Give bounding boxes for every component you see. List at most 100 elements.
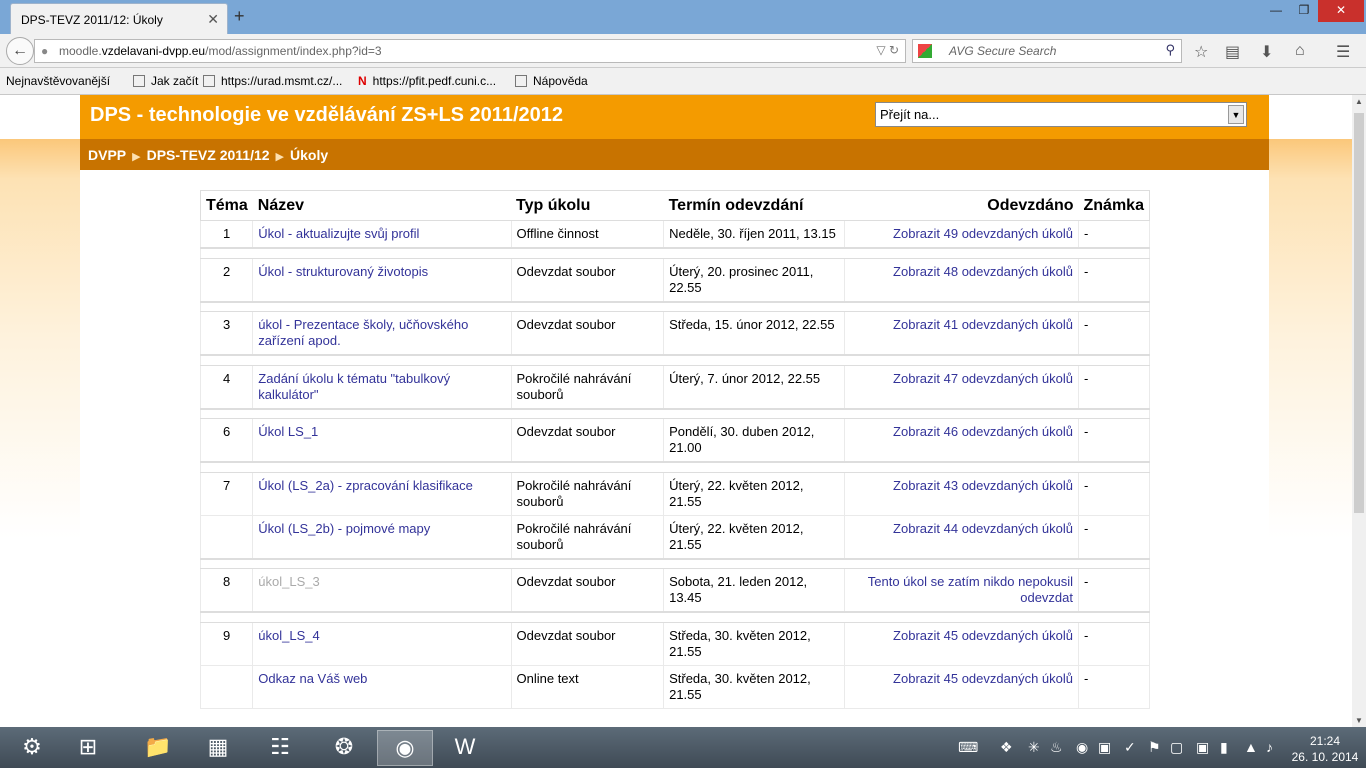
submissions-link-cell: Zobrazit 45 odevzdaných úkolů bbox=[843, 621, 1080, 666]
assignment-name-link[interactable]: Odkaz na Váš web bbox=[258, 671, 367, 686]
header-grade: Známka bbox=[1078, 190, 1150, 221]
download-icon[interactable]: ⬇ bbox=[1260, 42, 1273, 62]
battery-icon[interactable]: ▮ bbox=[1220, 739, 1228, 756]
topic-number: 4 bbox=[223, 370, 231, 386]
url-bar[interactable]: ● moodle.vzdelavani-dvpp.eu/mod/assignme… bbox=[34, 39, 906, 63]
table-row: 9 úkol_LS_4 Odevzdat soubor Středa, 30. kvě… bbox=[199, 621, 1150, 666]
bookmarks-toolbar: Nejnavštěvovanější Jak začít https://ura… bbox=[0, 68, 1366, 95]
bookmark-label: https://urad.msmt.cz/... bbox=[221, 74, 343, 88]
assignment-name-link[interactable]: Úkol (LS_2a) - zpracování klasifikace bbox=[258, 478, 473, 493]
maximize-icon[interactable]: ❐ bbox=[1290, 0, 1318, 22]
back-button[interactable]: ← bbox=[6, 37, 34, 65]
assignment-name-link[interactable]: Úkol LS_1 bbox=[258, 424, 318, 439]
volume-icon[interactable]: ♪ bbox=[1266, 739, 1273, 755]
bluetooth-icon[interactable]: ✳ bbox=[1028, 739, 1040, 756]
section-divider bbox=[200, 354, 1150, 366]
submissions-link[interactable]: Zobrazit 43 odevzdaných úkolů bbox=[893, 478, 1073, 493]
taskbar-clock[interactable]: 21:24 26. 10. 2014 bbox=[1290, 733, 1360, 765]
bookmark-page-icon bbox=[203, 75, 215, 87]
topic-number-cell: 8 bbox=[199, 568, 254, 613]
bookmark-urad-msmt[interactable]: https://urad.msmt.cz/... bbox=[203, 74, 342, 88]
reading-list-icon[interactable]: ▤ bbox=[1225, 42, 1240, 62]
submissions-link[interactable]: Zobrazit 41 odevzdaných úkolů bbox=[893, 317, 1073, 332]
bookmark-help[interactable]: Nápověda bbox=[515, 74, 588, 88]
minimize-icon[interactable]: — bbox=[1262, 0, 1290, 22]
bookmark-label: Jak začít bbox=[151, 74, 199, 88]
submissions-link[interactable]: Zobrazit 45 odevzdaných úkolů bbox=[893, 671, 1073, 686]
keyboard-layout-icon[interactable]: ▣ bbox=[1196, 739, 1209, 756]
store-icon[interactable]: ▦ bbox=[190, 730, 246, 766]
assignment-name-link[interactable]: Zadání úkolu k tématu "tabulkový kalkulá… bbox=[258, 371, 450, 402]
breadcrumb-item-course[interactable]: DPS-TEVZ 2011/12 bbox=[147, 147, 270, 163]
close-tab-icon[interactable]: ✕ bbox=[207, 11, 219, 28]
new-tab-button[interactable]: + bbox=[234, 6, 245, 27]
speaker-muted-icon[interactable]: ♨ bbox=[1050, 739, 1063, 756]
assignment-name-link[interactable]: úkol_LS_3 bbox=[258, 574, 319, 589]
assignment-type-cell: Pokročilé nahrávání souborů bbox=[510, 514, 665, 559]
settings-gear-icon[interactable]: ⚙ bbox=[4, 730, 60, 766]
browser-tab[interactable]: DPS-TEVZ 2011/12: Úkoly ✕ bbox=[10, 3, 228, 34]
display-icon[interactable]: ▢ bbox=[1170, 739, 1183, 756]
submissions-link-cell: Zobrazit 43 odevzdaných úkolů bbox=[843, 471, 1080, 516]
assignment-name-link[interactable]: úkol_LS_4 bbox=[258, 628, 319, 643]
submissions-link[interactable]: Zobrazit 48 odevzdaných úkolů bbox=[893, 264, 1073, 279]
search-icon[interactable]: ⚲ bbox=[1165, 42, 1175, 58]
submissions-link[interactable]: Zobrazit 49 odevzdaných úkolů bbox=[893, 226, 1073, 241]
calculator-icon[interactable]: ☷ bbox=[252, 730, 308, 766]
menu-icon[interactable]: ☰ bbox=[1336, 42, 1350, 62]
bookmark-star-icon[interactable]: ☆ bbox=[1194, 42, 1208, 62]
network-icon[interactable]: ◉ bbox=[1076, 739, 1088, 756]
assignment-type-cell: Pokročilé nahrávání souborů bbox=[510, 364, 665, 409]
firefox-icon[interactable]: ◉ bbox=[377, 730, 433, 766]
bookmark-getting-started[interactable]: Jak začít bbox=[133, 74, 198, 88]
assignment-grade: - bbox=[1084, 370, 1089, 386]
search-input[interactable]: AVG Secure Search ⚲ bbox=[912, 39, 1182, 63]
chevron-down-icon[interactable]: ▼ bbox=[1228, 105, 1244, 124]
sync-icon[interactable]: ✓ bbox=[1124, 739, 1136, 756]
vertical-scrollbar[interactable]: ▲ ▼ bbox=[1352, 95, 1366, 727]
scroll-down-icon[interactable]: ▼ bbox=[1355, 716, 1363, 725]
keyboard-icon[interactable]: ⌨ bbox=[958, 739, 978, 756]
assignment-name-link[interactable]: Úkol - strukturovaný životopis bbox=[258, 264, 428, 279]
compass-app-icon[interactable]: ❂ bbox=[316, 730, 372, 766]
scrollbar-thumb[interactable] bbox=[1354, 113, 1364, 513]
start-button-icon[interactable]: ⊞ bbox=[60, 730, 116, 766]
assignment-due-date-cell: Sobota, 21. leden 2012, 13.45 bbox=[663, 568, 845, 613]
breadcrumb-item-dvpp[interactable]: DVPP bbox=[88, 147, 126, 163]
submissions-link[interactable]: Zobrazit 46 odevzdaných úkolů bbox=[893, 424, 1073, 439]
breadcrumb-separator-icon: ▶ bbox=[275, 151, 285, 163]
file-explorer-icon[interactable]: 📁 bbox=[130, 730, 186, 766]
scroll-up-icon[interactable]: ▲ bbox=[1355, 97, 1363, 106]
assignment-name-link[interactable]: Úkol - aktualizujte svůj profil bbox=[258, 226, 419, 241]
submissions-link[interactable]: Tento úkol se zatím nikdo nepokusil odev… bbox=[868, 574, 1073, 605]
jump-to-select[interactable]: Přejít na... ▼ bbox=[875, 102, 1247, 127]
submissions-link[interactable]: Zobrazit 47 odevzdaných úkolů bbox=[893, 371, 1073, 386]
assignment-name-link[interactable]: Úkol (LS_2b) - pojmové mapy bbox=[258, 521, 430, 536]
assignment-grade: - bbox=[1084, 627, 1089, 643]
assignment-due-date: Středa, 30. květen 2012, 21.55 bbox=[669, 627, 811, 659]
wifi-signal-icon[interactable]: ▲ bbox=[1244, 739, 1258, 755]
word-icon[interactable]: W bbox=[437, 730, 493, 766]
assignment-grade: - bbox=[1084, 317, 1089, 332]
assignment-type: Pokročilé nahrávání souborů bbox=[516, 477, 632, 509]
section-divider-cell bbox=[200, 354, 1150, 366]
avg-tray-icon[interactable]: ▣ bbox=[1098, 739, 1111, 756]
home-icon[interactable]: ⌂ bbox=[1295, 42, 1305, 60]
assignment-type: Online text bbox=[516, 670, 579, 686]
taskbar: ⚙ ⊞ 📁 ▦ ☷ ❂ ◉ W ⌨ ❖ ✳ ♨ ◉ ▣ ✓ ⚑ ▢ ▣ ▮ ▲ … bbox=[0, 727, 1366, 768]
assignment-name-link-cell: Úkol (LS_2a) - zpracování klasifikace bbox=[252, 471, 512, 516]
close-window-icon[interactable]: ✕ bbox=[1318, 0, 1364, 22]
assignment-due-date-cell: Pondělí, 30. duben 2012, 21.00 bbox=[663, 418, 845, 463]
submissions-link[interactable]: Zobrazit 45 odevzdaných úkolů bbox=[893, 628, 1073, 643]
submissions-link[interactable]: Zobrazit 44 odevzdaných úkolů bbox=[893, 521, 1073, 536]
site-title[interactable]: DPS - technologie ve vzdělávání ZS+LS 20… bbox=[90, 104, 563, 127]
flag-icon[interactable]: ⚑ bbox=[1148, 739, 1161, 756]
main-content: Téma Název Typ úkolu Termín odevzdání Od… bbox=[80, 170, 1269, 727]
bookmark-pfit[interactable]: Nhttps://pfit.pedf.cuni.c... bbox=[358, 74, 496, 88]
assignment-name-link[interactable]: úkol - Prezentace školy, učňovského zaří… bbox=[258, 317, 468, 348]
dropbox-icon[interactable]: ❖ bbox=[1000, 739, 1013, 756]
bookmark-most-visited[interactable]: Nejnavštěvovanější bbox=[6, 74, 110, 88]
section-divider-cell bbox=[200, 461, 1150, 473]
reload-icon[interactable]: ▽ ↻ bbox=[876, 43, 899, 57]
section-divider bbox=[200, 611, 1150, 623]
